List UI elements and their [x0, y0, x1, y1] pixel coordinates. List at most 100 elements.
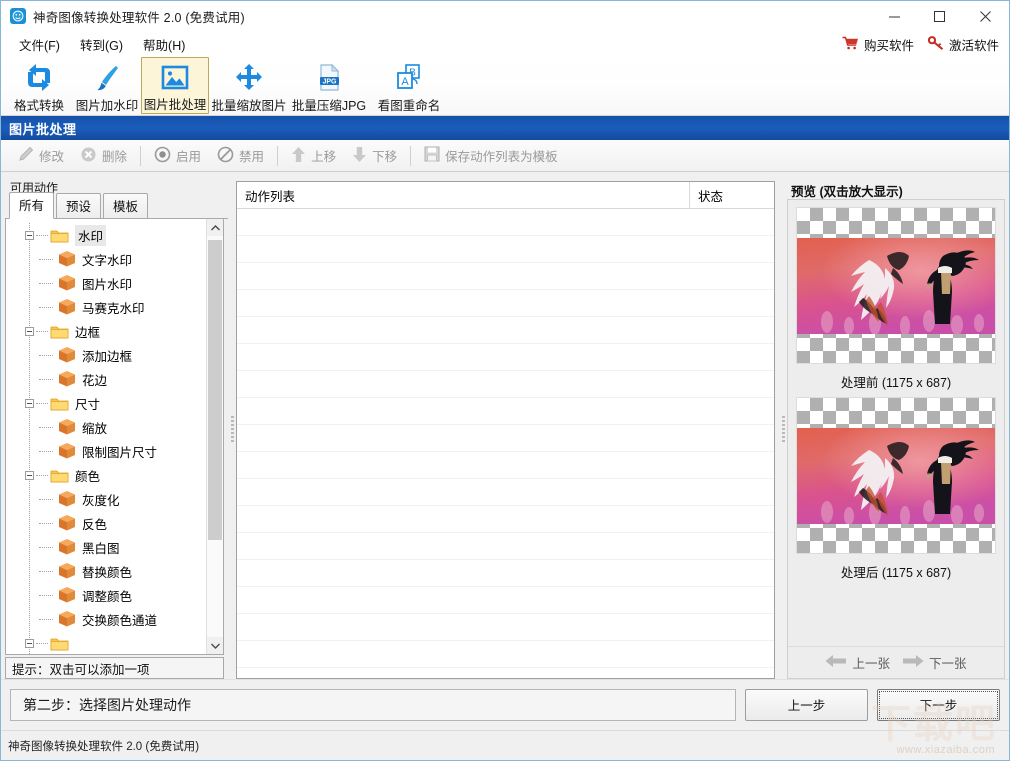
close-button[interactable]	[962, 1, 1009, 31]
window-controls	[872, 1, 1009, 31]
modify-label: 修改	[39, 150, 65, 164]
tree-item-black-white[interactable]: 黑白图	[6, 535, 206, 559]
status-bar: 神奇图像转换处理软件 2.0 (免费试用)	[1, 730, 1009, 760]
tree-scrollbar[interactable]	[206, 219, 223, 654]
tree-folder-watermark[interactable]: 水印	[6, 223, 206, 247]
preview-before-thumb[interactable]	[796, 207, 996, 364]
tree-folder-border[interactable]: 边框	[6, 319, 206, 343]
enable-label: 启用	[176, 150, 202, 164]
scroll-thumb[interactable]	[208, 240, 222, 540]
box-icon	[58, 370, 76, 388]
previous-image-button[interactable]: 上一张	[825, 653, 890, 672]
splitter-right[interactable]	[779, 181, 787, 679]
box-icon	[58, 418, 76, 436]
list-row[interactable]	[237, 560, 774, 587]
menu-help[interactable]: 帮助(H)	[133, 32, 195, 57]
expander-icon[interactable]	[25, 326, 34, 336]
list-row[interactable]	[237, 614, 774, 641]
next-step-button[interactable]: 下一步	[877, 688, 1000, 721]
tool-add-watermark[interactable]: 图片加水印	[73, 57, 141, 114]
tree-item-adjust-color[interactable]: 调整颜色	[6, 583, 206, 607]
tree-item-grayscale[interactable]: 灰度化	[6, 487, 206, 511]
tree-item-image-watermark[interactable]: 图片水印	[6, 271, 206, 295]
menu-bar: 文件(F) 转到(G) 帮助(H) 购买软件 激活软件	[1, 31, 1009, 57]
preview-before-caption: 处理前 (1175 x 687)	[840, 376, 952, 390]
tree-label: 灰度化	[82, 493, 120, 508]
enable-button[interactable]: 启用	[146, 144, 209, 168]
column-action-list[interactable]: 动作列表	[237, 182, 690, 208]
list-row[interactable]	[237, 398, 774, 425]
tree-folder-color[interactable]: 颜色	[6, 463, 206, 487]
expander-icon[interactable]	[25, 398, 34, 408]
tree-item-replace-color[interactable]: 替换颜色	[6, 559, 206, 583]
menu-goto[interactable]: 转到(G)	[70, 32, 133, 57]
tree-label: 图片水印	[82, 277, 133, 292]
save-template-button[interactable]: 保存动作列表为模板	[416, 144, 566, 167]
expander-icon[interactable]	[25, 470, 34, 480]
box-icon	[58, 562, 76, 580]
buy-software-button[interactable]: 购买软件	[842, 35, 914, 54]
tree-folder-partial[interactable]	[6, 631, 206, 654]
tree-label: 花边	[82, 373, 108, 388]
tree-item-lace[interactable]: 花边	[6, 367, 206, 391]
modify-button[interactable]: 修改	[9, 144, 72, 168]
tree-folder-size[interactable]: 尺寸	[6, 391, 206, 415]
maximize-button[interactable]	[917, 1, 962, 31]
list-row[interactable]	[237, 371, 774, 398]
list-row[interactable]	[237, 533, 774, 560]
tree-item-scale[interactable]: 缩放	[6, 415, 206, 439]
list-row[interactable]	[237, 290, 774, 317]
disable-button[interactable]: 禁用	[209, 144, 272, 168]
move-up-button[interactable]: 上移	[283, 144, 344, 168]
list-row[interactable]	[237, 263, 774, 290]
tree-label: 黑白图	[82, 541, 120, 556]
minimize-button[interactable]	[872, 1, 917, 31]
scroll-up-icon[interactable]	[207, 219, 223, 236]
column-status[interactable]: 状态	[690, 182, 774, 208]
expander-icon[interactable]	[25, 638, 34, 648]
box-icon	[58, 586, 76, 604]
list-row[interactable]	[237, 344, 774, 371]
tool-compress-jpg[interactable]: JPG 批量压缩JPG	[289, 57, 369, 114]
move-down-button[interactable]: 下移	[344, 144, 405, 168]
tool-view-rename[interactable]: B A 看图重命名	[369, 57, 449, 114]
tree-connector	[36, 402, 48, 404]
menu-file[interactable]: 文件(F)	[9, 32, 70, 57]
previous-step-button[interactable]: 上一步	[745, 688, 868, 721]
tool-format-convert[interactable]: 格式转换	[5, 57, 73, 114]
action-tree-inner: 水印 文字水印 图片水印 马赛克水印 边框 添加边框 花边 尺寸 缩放 限制图片…	[6, 219, 206, 654]
list-row[interactable]	[237, 452, 774, 479]
list-row[interactable]	[237, 425, 774, 452]
tree-item-mosaic-watermark[interactable]: 马赛克水印	[6, 295, 206, 319]
list-row[interactable]	[237, 236, 774, 263]
tab-template[interactable]: 模板	[103, 193, 149, 218]
action-list[interactable]: 动作列表 状态	[236, 181, 775, 679]
scroll-down-icon[interactable]	[207, 637, 223, 654]
list-row[interactable]	[237, 641, 774, 668]
tool-batch-resize[interactable]: 批量缩放图片	[209, 57, 289, 114]
preview-after-thumb[interactable]	[796, 397, 996, 554]
tree-label: 边框	[75, 325, 101, 340]
scroll-track[interactable]	[207, 236, 223, 637]
delete-button[interactable]: 删除	[72, 144, 135, 168]
tree-item-limit-size[interactable]: 限制图片尺寸	[6, 439, 206, 463]
tab-all[interactable]: 所有	[9, 192, 55, 219]
list-row[interactable]	[237, 479, 774, 506]
tree-item-text-watermark[interactable]: 文字水印	[6, 247, 206, 271]
preview-box: 处理前 (1175 x 687) 处理后 (1175 x 687) 上一张 下一…	[787, 199, 1005, 679]
list-row[interactable]	[237, 317, 774, 344]
preview-after-caption: 处理后 (1175 x 687)	[840, 566, 952, 580]
next-image-button[interactable]: 下一张	[902, 653, 967, 672]
list-row[interactable]	[237, 506, 774, 533]
activate-software-button[interactable]: 激活软件	[927, 35, 999, 54]
tree-item-swap-channel[interactable]: 交换颜色通道	[6, 607, 206, 631]
list-row[interactable]	[237, 587, 774, 614]
tab-preset[interactable]: 预设	[56, 193, 102, 218]
expander-icon[interactable]	[25, 230, 34, 240]
splitter-left[interactable]	[228, 181, 236, 679]
list-row[interactable]	[237, 209, 774, 236]
arrow-right-icon	[902, 654, 924, 671]
tool-batch-process[interactable]: 图片批处理	[141, 57, 209, 114]
tree-item-add-border[interactable]: 添加边框	[6, 343, 206, 367]
tree-item-invert[interactable]: 反色	[6, 511, 206, 535]
